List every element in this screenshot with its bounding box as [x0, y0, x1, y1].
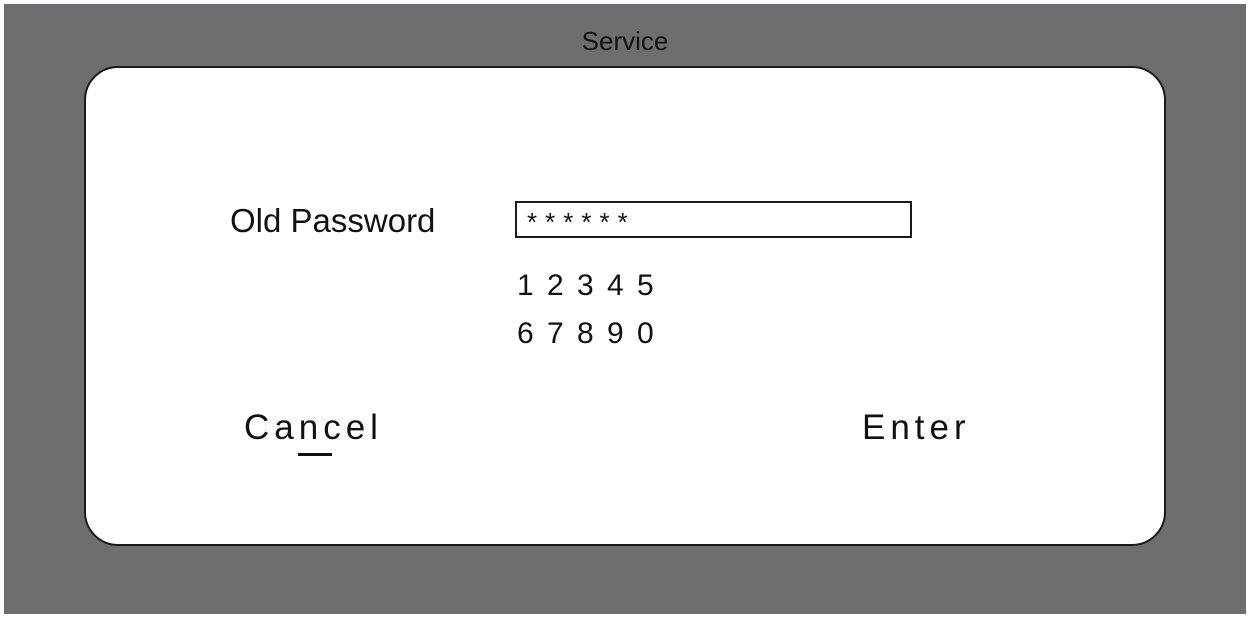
window-title: Service [581, 26, 669, 56]
old-password-label: Old Password [230, 202, 436, 239]
cancel-button[interactable]: Cancel [244, 406, 383, 450]
key-0[interactable]: 0 [637, 314, 667, 354]
keypad-row-2: 6 7 8 9 0 [517, 310, 667, 358]
key-8[interactable]: 8 [577, 314, 607, 354]
enter-button[interactable]: Enter [862, 406, 971, 450]
numeric-keypad: 1 2 3 4 5 6 7 8 9 0 [517, 262, 667, 358]
password-dialog: Old Password ****** 1 2 3 4 5 6 7 8 9 0 … [84, 66, 1166, 546]
key-1[interactable]: 1 [517, 266, 547, 306]
key-6[interactable]: 6 [517, 314, 547, 354]
key-5[interactable]: 5 [637, 266, 667, 306]
key-4[interactable]: 4 [607, 266, 637, 306]
old-password-field[interactable]: ****** [515, 201, 912, 238]
key-9[interactable]: 9 [607, 314, 637, 354]
key-7[interactable]: 7 [547, 314, 577, 354]
key-2[interactable]: 2 [547, 266, 577, 306]
keypad-row-1: 1 2 3 4 5 [517, 262, 667, 310]
cancel-hotkey-underline [298, 453, 332, 456]
key-3[interactable]: 3 [577, 266, 607, 306]
service-screen: Service Old Password ****** 1 2 3 4 5 6 … [4, 4, 1246, 614]
